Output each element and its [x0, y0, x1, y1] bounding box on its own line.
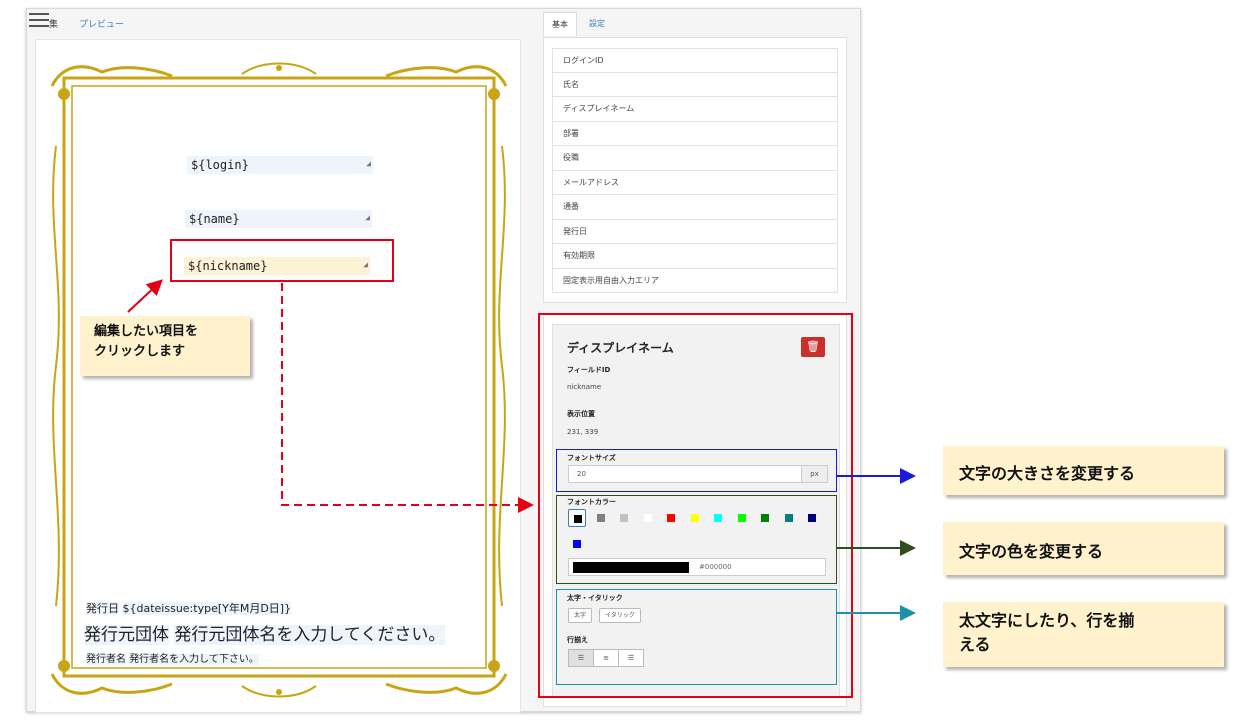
callout-style-align: 太文字にしたり、行を揃 える: [943, 602, 1224, 667]
callout-font-color: 文字の色を変更する: [943, 522, 1224, 575]
callout-line: クリックします: [94, 344, 186, 359]
callout-font-size: 文字の大きさを変更する: [943, 446, 1224, 495]
callout-edit-instruction: 編集したい項目を クリックします: [80, 316, 250, 376]
callout-line: 編集したい項目を: [94, 324, 199, 339]
callout-line: える: [959, 635, 991, 654]
callout-line: 太文字にしたり、行を揃: [959, 611, 1135, 630]
